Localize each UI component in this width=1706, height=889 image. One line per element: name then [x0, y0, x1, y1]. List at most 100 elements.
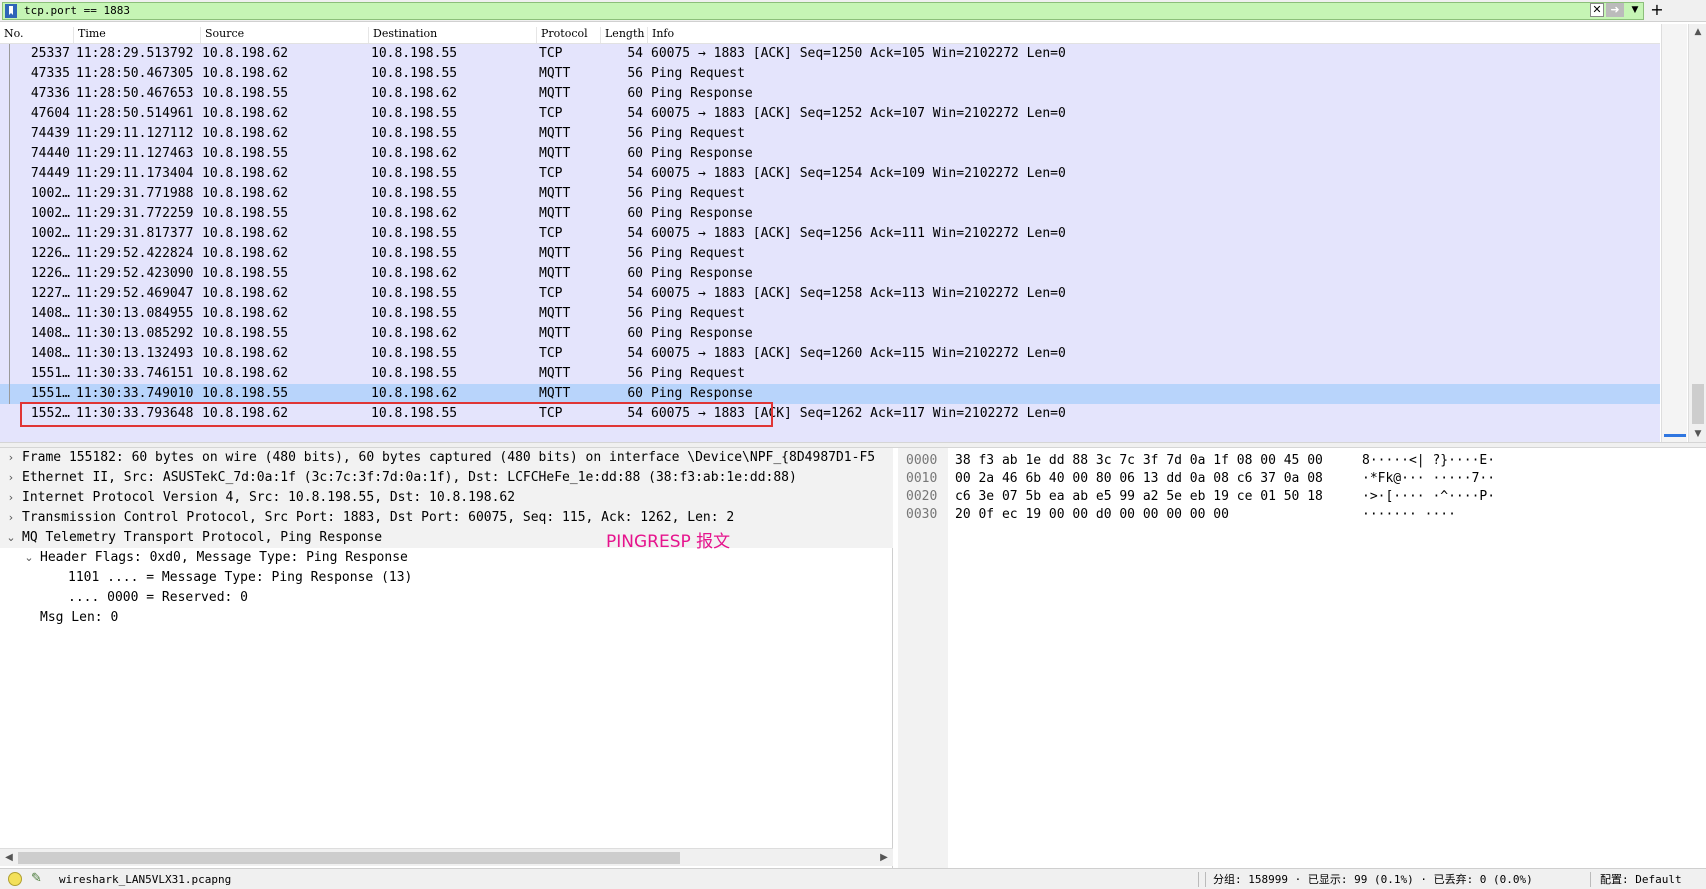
status-divider [1205, 872, 1206, 887]
chevron-down-icon[interactable]: ▼ [1628, 3, 1642, 17]
detail-tree-item[interactable]: ⌄ Header Flags: 0xd0, Message Type: Ping … [0, 548, 893, 568]
packet-rows: 25337 11:28:29.513792 10.8.198.62 10.8.198.… [0, 44, 1660, 442]
apply-arrow-icon[interactable]: ➜ [1606, 3, 1624, 17]
packet-list-scrollbar[interactable]: ▲ ▼ [1688, 24, 1706, 442]
column-header-length[interactable]: Length [601, 27, 648, 43]
packet-row[interactable]: 47604 11:28:50.514961 10.8.198.62 10.8.198.… [0, 104, 1660, 124]
packet-row[interactable]: 47335 11:28:50.467305 10.8.198.62 10.8.198.… [0, 64, 1660, 84]
packet-cell-len: 60 [627, 206, 643, 221]
column-header-source[interactable]: Source [201, 27, 369, 43]
packet-row[interactable]: 1408… 11:30:13.132493 10.8.198.62 10.8.198.… [0, 344, 1660, 364]
detail-tree-item[interactable]: › Internet Protocol Version 4, Src: 10.8.… [0, 488, 893, 508]
packet-cell-no: 1227… [30, 286, 70, 301]
profile-indicator[interactable]: 配置: Default [1600, 872, 1682, 887]
packet-row[interactable]: 1551… 11:30:33.746151 10.8.198.62 10.8.198.… [0, 364, 1660, 384]
packet-cell-info: Ping Response [651, 266, 753, 281]
packet-cell-dst: 10.8.198.55 [371, 246, 458, 261]
detail-tree-item[interactable]: › Frame 155182: 60 bytes on wire (480 bit… [0, 448, 893, 468]
packet-row[interactable]: 1408… 11:30:13.084955 10.8.198.62 10.8.198.… [0, 304, 1660, 324]
display-filter-text[interactable]: tcp.port == 1883 [24, 4, 130, 18]
packet-minimap[interactable] [1661, 24, 1687, 442]
packet-row[interactable]: 74440 11:29:11.127463 10.8.198.55 10.8.198.… [0, 144, 1660, 164]
packet-cell-len: 54 [627, 166, 643, 181]
packet-cell-proto: MQTT [539, 186, 571, 201]
packet-row-selected[interactable]: 1551… 11:30:33.749010 10.8.198.55 10.8.198.… [0, 384, 1660, 404]
packet-cell-info: 60075 → 1883 [ACK] Seq=1252 Ack=107 Win=… [651, 106, 1066, 121]
packet-row[interactable]: 1408… 11:30:13.085292 10.8.198.55 10.8.198.… [0, 324, 1660, 344]
display-filter-input[interactable]: tcp.port == 1883 [2, 2, 1644, 20]
packet-cell-src: 10.8.198.55 [202, 386, 289, 401]
bookmark-icon[interactable] [5, 4, 17, 18]
packet-cell-info: Ping Response [651, 386, 753, 401]
byte-hex[interactable]: c6 3e 07 5b ea ab e5 99 a2 5e eb 19 ce 0… [955, 488, 1323, 506]
packet-row[interactable]: 1002… 11:29:31.771988 10.8.198.62 10.8.198.… [0, 184, 1660, 204]
detail-text: Frame 155182: 60 bytes on wire (480 bits… [22, 450, 876, 465]
chevron-right-icon[interactable]: › [4, 468, 18, 488]
scroll-left-icon[interactable]: ◀ [0, 849, 18, 867]
packet-cell-proto: MQTT [539, 326, 571, 341]
packet-cell-no: 1408… [30, 306, 70, 321]
packet-row[interactable]: 1226… 11:29:52.422824 10.8.198.62 10.8.198.… [0, 244, 1660, 264]
packet-cell-info: Ping Response [651, 326, 753, 341]
column-header-no[interactable]: No. [0, 27, 74, 43]
packet-cell-proto: TCP [539, 166, 563, 181]
packet-cell-len: 56 [627, 246, 643, 261]
scroll-up-icon[interactable]: ▲ [1689, 24, 1706, 40]
scroll-down-icon[interactable]: ▼ [1689, 426, 1706, 442]
byte-ascii[interactable]: ·>·[···· ·^····P· [1362, 488, 1495, 506]
chevron-right-icon[interactable]: › [4, 488, 18, 508]
packet-cell-time: 11:28:50.514961 [76, 106, 194, 121]
scroll-thumb[interactable] [1692, 384, 1704, 424]
column-header-destination[interactable]: Destination [369, 27, 537, 43]
scroll-right-icon[interactable]: ▶ [875, 849, 893, 867]
column-header-time[interactable]: Time [74, 27, 201, 43]
byte-ascii[interactable]: ·*Fk@··· ·····7·· [1362, 470, 1495, 488]
packet-cell-dst: 10.8.198.62 [371, 326, 458, 341]
packet-row[interactable]: 74449 11:29:11.173404 10.8.198.62 10.8.198.… [0, 164, 1660, 184]
detail-tree-item[interactable]: Msg Len: 0 [0, 608, 893, 628]
scroll-thumb[interactable] [18, 852, 680, 864]
packet-cell-no: 74440 [30, 146, 70, 161]
byte-hex[interactable]: 20 0f ec 19 00 00 d0 00 00 00 00 00 [955, 506, 1229, 524]
edit-comment-icon[interactable]: ✎ [31, 871, 42, 887]
chevron-down-icon[interactable]: ⌄ [4, 528, 18, 548]
plus-icon[interactable]: + [1648, 0, 1666, 20]
packet-stats: 分组: 158999 · 已显示: 99 (0.1%) · 已丢弃: 0 (0.… [1213, 873, 1533, 886]
detail-tree-item[interactable]: › Transmission Control Protocol, Src Port… [0, 508, 893, 528]
packet-row[interactable]: 1227… 11:29:52.469047 10.8.198.62 10.8.198.… [0, 284, 1660, 304]
packet-row[interactable]: 47336 11:28:50.467653 10.8.198.55 10.8.198.… [0, 84, 1660, 104]
packet-row[interactable]: 74439 11:29:11.127112 10.8.198.62 10.8.198.… [0, 124, 1660, 144]
packet-cell-time: 11:29:31.771988 [76, 186, 194, 201]
detail-tree-item[interactable]: .... 0000 = Reserved: 0 [0, 588, 893, 608]
details-scrollbar[interactable]: ◀ ▶ [0, 848, 893, 866]
packet-cell-no: 47604 [30, 106, 70, 121]
detail-tree-item[interactable]: 1101 .... = Message Type: Ping Response … [0, 568, 893, 588]
packet-cell-info: 60075 → 1883 [ACK] Seq=1250 Ack=105 Win=… [651, 46, 1066, 61]
byte-ascii[interactable]: ······· ···· [1362, 506, 1456, 524]
packet-cell-src: 10.8.198.55 [202, 206, 289, 221]
column-header-info[interactable]: Info [648, 27, 1660, 43]
chevron-right-icon[interactable]: › [4, 448, 18, 468]
packet-row[interactable]: 1002… 11:29:31.772259 10.8.198.55 10.8.198.… [0, 204, 1660, 224]
packet-cell-src: 10.8.198.62 [202, 166, 289, 181]
ready-status-icon[interactable] [8, 872, 22, 886]
chevron-right-icon[interactable]: › [4, 508, 18, 528]
detail-text: Transmission Control Protocol, Src Port:… [22, 510, 735, 525]
packet-cell-info: Ping Request [651, 306, 745, 321]
byte-hex[interactable]: 00 2a 46 6b 40 00 80 06 13 dd 0a 08 c6 3… [955, 470, 1323, 488]
packet-cell-info: Ping Request [651, 126, 745, 141]
detail-tree-item[interactable]: ⌄ MQ Telemetry Transport Protocol, Ping R… [0, 528, 893, 548]
detail-tree-item[interactable]: › Ethernet II, Src: ASUSTekC_7d:0a:1f (3c… [0, 468, 893, 488]
chevron-down-icon[interactable]: ⌄ [22, 548, 36, 568]
packet-row[interactable]: 1002… 11:29:31.817377 10.8.198.62 10.8.198.… [0, 224, 1660, 244]
column-header-protocol[interactable]: Protocol [537, 27, 601, 43]
clear-icon[interactable]: ✕ [1590, 3, 1604, 17]
byte-offset: 0030 [906, 507, 938, 522]
packet-cell-time: 11:29:11.127112 [76, 126, 194, 141]
byte-hex[interactable]: 38 f3 ab 1e dd 88 3c 7c 3f 7d 0a 1f 08 0… [955, 452, 1323, 470]
packet-row[interactable]: 1226… 11:29:52.423090 10.8.198.55 10.8.198.… [0, 264, 1660, 284]
packet-cell-src: 10.8.198.62 [202, 106, 289, 121]
packet-cell-len: 54 [627, 226, 643, 241]
packet-row[interactable]: 25337 11:28:29.513792 10.8.198.62 10.8.198.… [0, 44, 1660, 64]
byte-ascii[interactable]: 8·····<| ?}····E· [1362, 452, 1495, 470]
